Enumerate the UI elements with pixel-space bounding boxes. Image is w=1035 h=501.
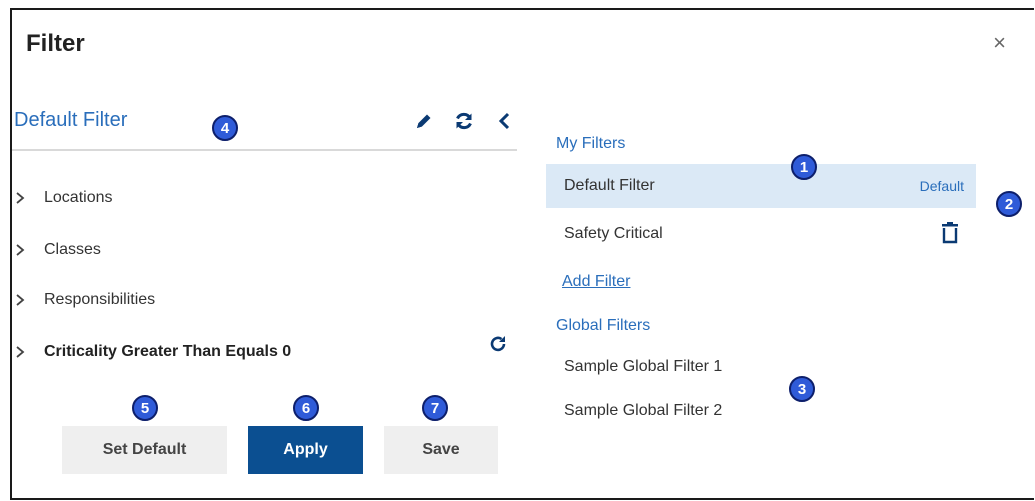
default-badge: Default [919,178,964,194]
divider [12,149,517,151]
current-filter-name: Default Filter [14,109,128,131]
save-button[interactable]: Save [384,426,498,474]
criteria-responsibilities[interactable]: Responsibilities [14,286,155,314]
global-filter-item-2[interactable]: Sample Global Filter 2 [564,402,722,420]
callout-badge: 5 [132,395,158,421]
callout-badge: 2 [996,191,1022,217]
chevron-right-icon [14,191,44,205]
filter-item-label: Safety Critical [564,225,663,242]
criteria-label: Responsibilities [44,291,156,308]
callout-badge: 1 [791,154,817,180]
close-icon[interactable]: × [993,32,1006,54]
my-filter-item-safety-critical[interactable]: Safety Critical [546,212,976,256]
chevron-right-icon [14,243,44,257]
dialog-title: Filter [26,30,85,57]
callout-badge: 7 [422,395,448,421]
callout-badge: 6 [293,395,319,421]
global-filter-item-1[interactable]: Sample Global Filter 1 [564,358,722,376]
my-filters-heading: My Filters [556,135,626,152]
refresh-icon[interactable] [453,110,475,132]
pencil-icon[interactable] [413,110,435,132]
filter-item-label: Default Filter [564,177,655,194]
criteria-criticality[interactable]: Criticality Greater Than Equals 0 [14,338,291,366]
chevron-right-icon [14,345,44,359]
set-default-button[interactable]: Set Default [62,426,227,474]
criteria-label: Locations [44,189,113,206]
criteria-label: Classes [44,241,101,258]
criteria-classes[interactable]: Classes [14,236,101,264]
chevron-left-icon[interactable] [494,110,516,132]
global-filters-heading: Global Filters [556,317,651,334]
reset-criteria-icon[interactable] [488,334,508,354]
trash-icon[interactable] [940,222,960,244]
criteria-label: Criticality Greater Than Equals 0 [44,343,292,360]
callout-badge: 4 [212,115,238,141]
apply-button[interactable]: Apply [248,426,363,474]
criteria-locations[interactable]: Locations [14,184,113,212]
callout-badge: 3 [789,376,815,402]
add-filter-link[interactable]: Add Filter [562,273,630,291]
my-filter-item-default[interactable]: Default Filter Default [546,164,976,208]
chevron-right-icon [14,293,44,307]
